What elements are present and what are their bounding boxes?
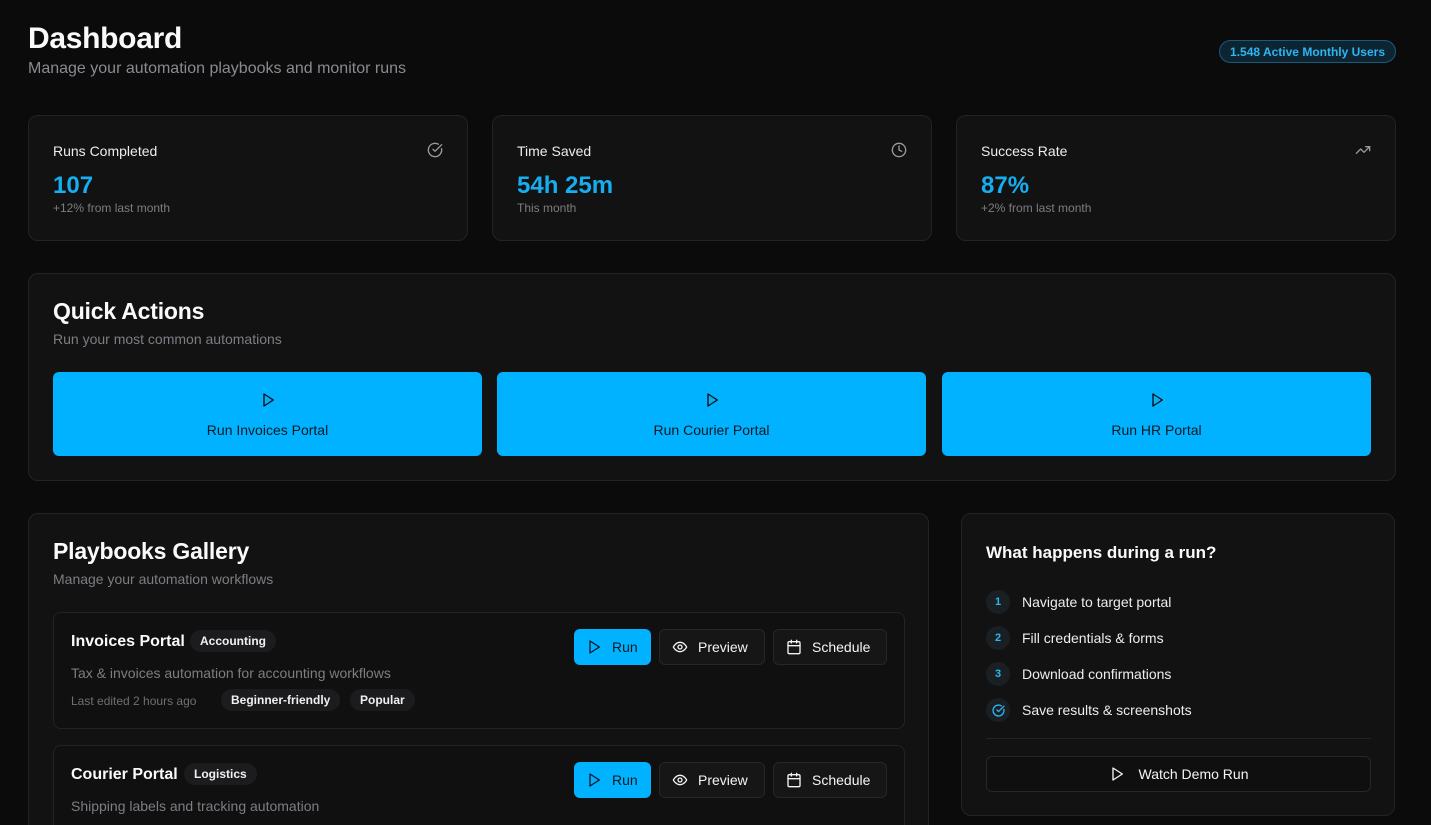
step-text: Fill credentials & forms: [1022, 630, 1164, 646]
category-badge: Accounting: [190, 630, 276, 652]
step-text: Save results & screenshots: [1022, 702, 1192, 718]
step-item: 1 Navigate to target portal: [986, 590, 1171, 614]
playbook-item-invoices-portal: Invoices Portal Accounting Tax & invoice…: [53, 612, 905, 729]
playbook-description: Shipping labels and tracking automation: [71, 798, 320, 814]
stat-card-success-rate: Success Rate 87% +2% from last month: [956, 115, 1396, 241]
stat-value: 87%: [981, 172, 1030, 199]
step-number: 3: [986, 662, 1010, 686]
check-circle-icon: [427, 142, 443, 158]
step-item: 3 Download confirmations: [986, 662, 1171, 686]
button-label: Preview: [698, 772, 748, 788]
playbooks-gallery-card: Playbooks Gallery Manage your automation…: [28, 513, 929, 825]
step-text: Navigate to target portal: [1022, 594, 1172, 610]
section-title: Playbooks Gallery: [53, 538, 250, 564]
play-icon: [1151, 393, 1163, 407]
run-steps-card: What happens during a run? 1 Navigate to…: [961, 513, 1395, 816]
stat-value: 54h 25m: [517, 172, 614, 199]
schedule-button[interactable]: Schedule: [773, 629, 887, 665]
preview-button[interactable]: Preview: [659, 762, 765, 798]
stat-value: 107: [53, 172, 94, 199]
page-title: Dashboard: [28, 22, 182, 55]
section-subtitle: Run your most common automations: [53, 331, 282, 347]
step-number: 1: [986, 590, 1010, 614]
trending-up-icon: [1355, 146, 1371, 154]
watch-demo-run-button[interactable]: Watch Demo Run: [986, 756, 1371, 792]
calendar-icon: [787, 772, 801, 788]
button-label: Run Courier Portal: [653, 422, 770, 438]
section-title: Quick Actions: [53, 298, 205, 324]
tag-badge: Popular: [350, 689, 415, 711]
step-check: [986, 698, 1010, 722]
run-invoices-portal-button[interactable]: Run Invoices Portal: [53, 372, 482, 456]
page-subtitle: Manage your automation playbooks and mon…: [28, 60, 406, 77]
eye-icon: [672, 641, 688, 653]
button-label: Schedule: [812, 772, 871, 788]
run-hr-portal-button[interactable]: Run HR Portal: [942, 372, 1371, 456]
run-button[interactable]: Run: [574, 629, 651, 665]
active-users-badge: 1.548 Active Monthly Users: [1219, 40, 1396, 63]
step-item: 2 Fill credentials & forms: [986, 626, 1164, 650]
clock-icon: [891, 142, 907, 158]
button-label: Run: [612, 772, 638, 788]
stat-label: Time Saved: [517, 143, 592, 159]
stat-subtext: +2% from last month: [981, 201, 1092, 215]
playbook-name: Invoices Portal: [71, 633, 185, 650]
step-number: 2: [986, 626, 1010, 650]
button-label: Run: [612, 639, 638, 655]
button-label: Schedule: [812, 639, 871, 655]
stat-card-time-saved: Time Saved 54h 25m This month: [492, 115, 932, 241]
button-label: Watch Demo Run: [1138, 766, 1249, 782]
playbook-name: Courier Portal: [71, 766, 178, 783]
steps-title: What happens during a run?: [986, 543, 1217, 562]
stat-subtext: +12% from last month: [53, 201, 171, 215]
playbook-item-courier-portal: Courier Portal Logistics Shipping labels…: [53, 745, 905, 825]
stat-subtext: This month: [517, 201, 577, 215]
run-courier-portal-button[interactable]: Run Courier Portal: [497, 372, 926, 456]
eye-icon: [672, 774, 688, 786]
stat-label: Runs Completed: [53, 143, 158, 159]
quick-actions-card: Quick Actions Run your most common autom…: [28, 273, 1396, 481]
stat-card-runs-completed: Runs Completed 107 +12% from last month: [28, 115, 468, 241]
last-edited-text: Last edited 2 hours ago: [71, 694, 197, 708]
play-icon: [706, 393, 718, 407]
run-button[interactable]: Run: [574, 762, 651, 798]
step-text: Download confirmations: [1022, 666, 1172, 682]
button-label: Preview: [698, 639, 748, 655]
schedule-button[interactable]: Schedule: [773, 762, 887, 798]
tag-badge: Beginner-friendly: [221, 689, 341, 711]
play-icon: [1111, 767, 1123, 781]
calendar-icon: [787, 639, 801, 655]
playbook-description: Tax & invoices automation for accounting…: [71, 665, 391, 681]
step-item: Save results & screenshots: [986, 698, 1192, 722]
stat-label: Success Rate: [981, 143, 1068, 159]
preview-button[interactable]: Preview: [659, 629, 765, 665]
section-subtitle: Manage your automation workflows: [53, 571, 274, 587]
check-circle-icon: [991, 703, 1005, 717]
play-icon: [589, 640, 600, 654]
button-label: Run HR Portal: [1111, 422, 1202, 438]
category-badge: Logistics: [184, 763, 257, 785]
button-label: Run Invoices Portal: [206, 422, 329, 438]
play-icon: [262, 393, 274, 407]
divider: [986, 738, 1371, 739]
play-icon: [589, 773, 600, 787]
